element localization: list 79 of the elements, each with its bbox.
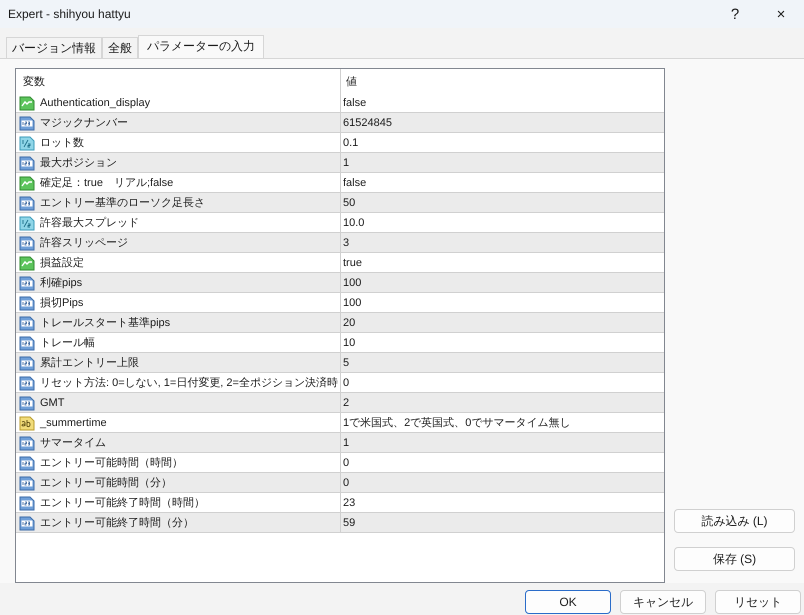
- parameter-value: 10: [343, 336, 356, 348]
- parameter-value: 3: [343, 236, 350, 248]
- column-header[interactable]: 変数: [16, 69, 340, 93]
- chart-icon: [19, 94, 35, 110]
- parameter-value: 61524845: [343, 116, 392, 128]
- fraction-icon: [19, 134, 35, 150]
- number-icon: [19, 374, 35, 390]
- side-button[interactable]: 保存 (S): [674, 547, 795, 571]
- parameter-value: 2: [343, 396, 350, 408]
- number-icon: [19, 394, 35, 410]
- parameter-value: true: [343, 256, 362, 268]
- number-icon: [19, 294, 35, 310]
- parameter-name: トレール幅: [40, 336, 95, 350]
- parameter-name: GMT: [40, 396, 64, 408]
- tab[interactable]: 全般: [102, 37, 138, 58]
- text-icon: [19, 414, 35, 430]
- parameter-value: 23: [343, 496, 356, 508]
- dialog-button[interactable]: キャンセル: [620, 590, 706, 614]
- close-button[interactable]: ×: [758, 0, 804, 28]
- parameter-value: false: [343, 176, 366, 188]
- parameter-name: マジックナンバー: [40, 116, 128, 130]
- parameter-name: 許容スリッページ: [40, 236, 128, 250]
- tab[interactable]: バージョン情報: [6, 37, 102, 58]
- parameter-name: 損益設定: [40, 256, 84, 270]
- parameter-value: 100: [343, 296, 362, 308]
- dialog-button[interactable]: リセット: [715, 590, 801, 614]
- parameter-value: 20: [343, 316, 356, 328]
- parameter-name: ロット数: [40, 136, 84, 150]
- parameter-value: 59: [343, 516, 356, 528]
- parameter-name: トレールスタート基準pips: [40, 316, 170, 330]
- parameter-value: 1で米国式、2で英国式、0でサマータイム無し: [343, 416, 570, 430]
- number-icon: [19, 494, 35, 510]
- chart-icon: [19, 174, 35, 190]
- parameter-value: 5: [343, 356, 350, 368]
- parameter-name: エントリー可能時間（分）: [40, 476, 172, 490]
- parameter-name: 確定足：true リアル;false: [40, 176, 174, 190]
- parameter-value: 1: [343, 156, 350, 168]
- window-title: Expert - shihyou hattyu: [8, 7, 132, 21]
- dialog-button[interactable]: OK: [525, 590, 611, 614]
- parameter-name: エントリー可能時間（時間）: [40, 456, 183, 470]
- parameter-value: 0: [343, 476, 350, 488]
- parameter-name: 許容最大スプレッド: [40, 216, 139, 230]
- parameter-name: 最大ポジション: [40, 156, 117, 170]
- parameter-name: リセット方法: 0=しない, 1=日付変更, 2=全ポジション決済時: [40, 376, 338, 390]
- parameter-name: エントリー可能終了時間（分）: [40, 516, 194, 530]
- side-button[interactable]: 読み込み (L): [674, 509, 795, 533]
- number-icon: [19, 454, 35, 470]
- number-icon: [19, 274, 35, 290]
- chart-icon: [19, 254, 35, 270]
- parameter-name: _summertime: [40, 416, 107, 428]
- parameter-value: 0: [343, 376, 350, 388]
- parameter-value: false: [343, 96, 366, 108]
- parameter-name: Authentication_display: [40, 96, 150, 108]
- parameter-name: 利確pips: [40, 276, 82, 290]
- number-icon: [19, 114, 35, 130]
- parameter-name: エントリー基準のローソク足長さ: [40, 196, 205, 210]
- parameter-value: 0: [343, 456, 350, 468]
- fraction-icon: [19, 214, 35, 230]
- parameter-value: 10.0: [343, 216, 364, 228]
- number-icon: [19, 474, 35, 490]
- parameter-name: サマータイム: [40, 436, 106, 450]
- tab[interactable]: パラメーターの入力: [138, 35, 264, 58]
- number-icon: [19, 354, 35, 370]
- parameter-name: 損切Pips: [40, 296, 84, 310]
- number-icon: [19, 154, 35, 170]
- parameter-name: 累計エントリー上限: [40, 356, 139, 370]
- number-icon: [19, 334, 35, 350]
- help-button[interactable]: ?: [712, 0, 758, 28]
- parameter-value: 50: [343, 196, 356, 208]
- number-icon: [19, 314, 35, 330]
- parameter-name: エントリー可能終了時間（時間）: [40, 496, 205, 510]
- column-header[interactable]: 値: [340, 69, 664, 93]
- number-icon: [19, 514, 35, 530]
- number-icon: [19, 194, 35, 210]
- number-icon: [19, 434, 35, 450]
- parameter-value: 100: [343, 276, 362, 288]
- parameter-value: 1: [343, 436, 350, 448]
- number-icon: [19, 234, 35, 250]
- parameter-value: 0.1: [343, 136, 358, 148]
